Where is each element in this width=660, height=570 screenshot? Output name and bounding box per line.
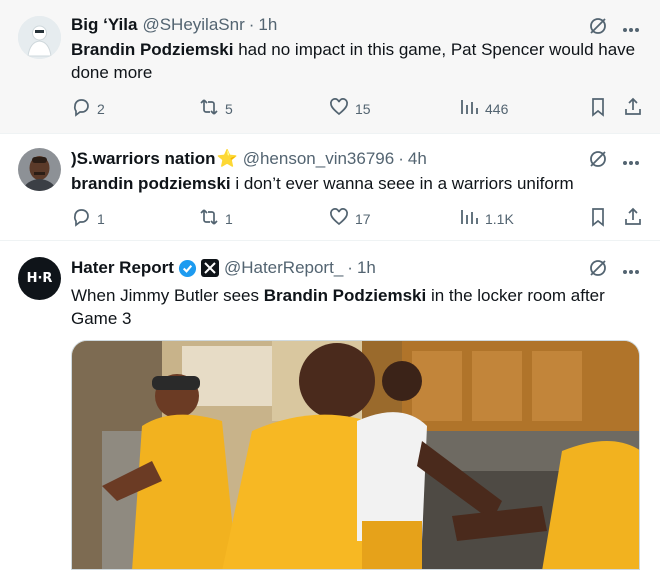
share-icon [623,97,643,120]
avatar-logo-text: H·R [26,271,53,286]
tweet-text: Brandin Podziemski had no impact in this… [71,38,641,84]
avatar[interactable] [18,148,61,191]
bookmark-button[interactable] [588,207,608,230]
retweet-button[interactable]: 1 [199,207,233,230]
tweet-text: When Jimmy Butler sees Brandin Podziemsk… [71,284,611,330]
timestamp[interactable]: 1h [357,258,376,278]
reply-count: 1 [97,210,105,227]
star-emoji: ⭐ [216,149,238,168]
author-handle[interactable]: @henson_vin36796 [243,149,395,169]
verified-badge-icon [178,259,197,278]
tweet-1[interactable]: Big ‘Yila @SHeyilaSnr · 1h Brandin Podzi… [0,0,660,134]
views-button[interactable]: 1.1K [459,207,514,230]
tweet-text-pre: When Jimmy Butler sees [71,286,264,305]
tweet-3[interactable]: H·R Hater Report @HaterReport_ · 1h When… [0,241,660,570]
tweet-text-bold: Brandin Podziemski [263,286,427,305]
views-count: 1.1K [485,210,514,227]
reply-count: 2 [97,100,105,117]
views-count: 446 [485,100,509,117]
author-handle[interactable]: @SHeyilaSnr [142,15,244,35]
views-button[interactable]: 446 [459,97,508,120]
bookmark-button[interactable] [588,97,608,120]
retweet-count: 1 [225,210,233,227]
grok-icon[interactable] [588,258,608,283]
like-button[interactable]: 17 [329,207,371,230]
separator-dot: · [398,149,404,168]
timestamp[interactable]: 1h [258,15,277,35]
more-icon[interactable] [622,20,640,38]
tweet-text-bold: Brandin Podziemski [71,40,234,59]
like-icon [329,207,349,230]
grok-icon[interactable] [588,149,608,174]
avatar[interactable]: H·R [18,257,61,300]
reply-icon [71,97,91,120]
reply-button[interactable]: 2 [71,97,105,120]
like-icon [329,97,349,120]
video-frame [72,341,639,569]
retweet-button[interactable]: 5 [199,97,233,120]
avatar[interactable] [18,16,61,59]
share-button[interactable] [623,97,643,120]
tweet-text-rest: i don’t ever wanna seee in a warriors un… [230,174,574,193]
author-name[interactable]: Hater Report [71,258,174,278]
retweet-count: 5 [225,100,233,117]
share-button[interactable] [623,207,643,230]
reply-button[interactable]: 1 [71,207,105,230]
bookmark-icon [588,97,608,120]
more-icon[interactable] [622,262,640,280]
author-name[interactable]: Big ‘Yila [71,15,137,35]
affiliate-x-icon [200,259,219,277]
tweet-2[interactable]: )S.warriors nation ⭐ @henson_vin36796 · … [0,134,660,241]
like-count: 17 [355,210,371,227]
tweet-video[interactable] [71,340,640,570]
tweet-text: brandin podziemski i don’t ever wanna se… [71,172,641,195]
views-icon [459,207,479,230]
like-count: 15 [355,100,371,117]
more-icon[interactable] [622,153,640,171]
tweet-text-bold: brandin podziemski [71,174,231,193]
like-button[interactable]: 15 [329,97,371,120]
retweet-icon [199,97,219,120]
author-handle[interactable]: @HaterReport_ [224,258,343,278]
timestamp[interactable]: 4h [408,149,427,169]
bookmark-icon [588,207,608,230]
views-icon [459,97,479,120]
tweet-actions: 1 1 17 1.1K [71,207,646,227]
tweet-actions: 2 5 15 446 [71,97,646,117]
separator-dot: · [248,15,255,34]
author-name[interactable]: )S.warriors nation [71,149,216,169]
retweet-icon [199,207,219,230]
reply-icon [71,207,91,230]
share-icon [623,207,643,230]
separator-dot: · [347,258,353,277]
